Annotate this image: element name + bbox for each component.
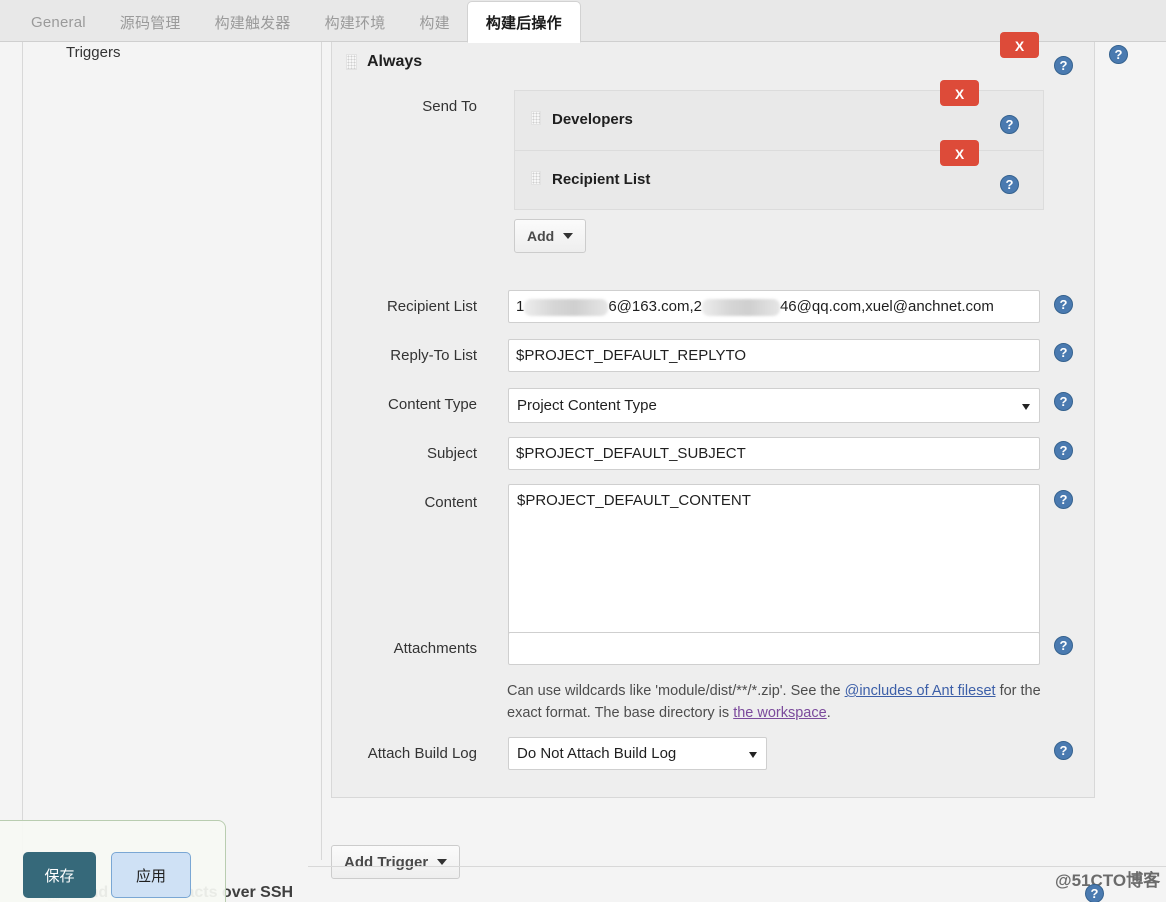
help-icon-content[interactable] bbox=[1054, 490, 1073, 509]
send-to-row-recipient-list: Recipient List X bbox=[514, 140, 1044, 210]
reply-to-list-input[interactable]: $PROJECT_DEFAULT_REPLYTO bbox=[508, 339, 1040, 372]
remove-developers-button[interactable]: X bbox=[940, 80, 979, 106]
send-to-row-label: Recipient List bbox=[552, 171, 651, 188]
drag-handle-icon[interactable] bbox=[531, 171, 541, 185]
config-content: Triggers Always X Send To Developers X bbox=[0, 32, 1166, 902]
tab-build[interactable]: 构建 bbox=[402, 2, 466, 42]
trigger-title: Always bbox=[367, 53, 423, 70]
send-to-list: Developers X Recipient List X Add bbox=[514, 80, 1044, 253]
help-icon-bottom[interactable] bbox=[1085, 884, 1104, 902]
help-icon-trigger[interactable] bbox=[1054, 56, 1073, 75]
chevron-down-icon bbox=[1022, 403, 1030, 410]
help-icon-recipient-list-field[interactable] bbox=[1054, 295, 1073, 314]
drag-handle-icon[interactable] bbox=[346, 54, 357, 70]
drag-handle-icon[interactable] bbox=[531, 111, 541, 125]
tab-build-environment[interactable]: 构建环境 bbox=[308, 2, 403, 42]
left-rail: Triggers bbox=[22, 42, 322, 860]
label-subject: Subject bbox=[426, 445, 477, 462]
apply-button[interactable]: 应用 bbox=[111, 852, 191, 898]
attachments-input[interactable] bbox=[508, 632, 1040, 665]
attachments-help-text: Can use wildcards like 'module/dist/**/*… bbox=[507, 680, 1052, 724]
tab-post-build-actions[interactable]: 构建后操作 bbox=[466, 1, 581, 43]
subject-input[interactable]: $PROJECT_DEFAULT_SUBJECT bbox=[508, 437, 1040, 470]
workspace-link[interactable]: the workspace bbox=[733, 705, 827, 721]
config-tabbar: General 源码管理 构建触发器 构建环境 构建 构建后操作 bbox=[0, 0, 1166, 43]
recipient-list-part-3: 46@qq.com,xuel@anchnet.com bbox=[779, 298, 994, 315]
help-icon-developers[interactable] bbox=[1000, 115, 1019, 134]
section-divider bbox=[308, 866, 1166, 867]
tab-build-triggers[interactable]: 构建触发器 bbox=[198, 2, 308, 42]
attach-build-log-value: Do Not Attach Build Log bbox=[517, 745, 677, 762]
trigger-block-always: Always X Send To Developers X Recipient … bbox=[331, 32, 1095, 798]
remove-trigger-button[interactable]: X bbox=[1000, 32, 1039, 58]
label-reply-to-list: Reply-To List bbox=[390, 347, 477, 364]
chevron-down-icon bbox=[749, 751, 757, 758]
recipient-list-input[interactable]: 1 6@163.com,2 46@qq.com,xuel@anchnet.com bbox=[508, 290, 1040, 323]
send-to-row-label: Developers bbox=[552, 111, 633, 128]
chevron-down-icon bbox=[437, 859, 448, 865]
tab-source-code-management[interactable]: 源码管理 bbox=[103, 2, 198, 42]
watermark: @51CTO博客 bbox=[1055, 866, 1161, 897]
chevron-down-icon bbox=[563, 233, 574, 239]
help-icon-recipient-list[interactable] bbox=[1000, 175, 1019, 194]
watermark-text: @51CTO博客 bbox=[1055, 871, 1161, 890]
help-icon-attach-build-log[interactable] bbox=[1054, 741, 1073, 760]
recipient-list-part-1: 1 bbox=[516, 298, 525, 315]
add-trigger-button[interactable]: Add Trigger bbox=[331, 845, 461, 879]
label-content: Content bbox=[424, 494, 477, 511]
help-icon-editable-email-notification[interactable] bbox=[1109, 45, 1128, 64]
add-trigger-label: Add Trigger bbox=[344, 853, 429, 871]
label-attach-build-log: Attach Build Log bbox=[367, 745, 477, 762]
save-apply-panel: 保存 应用 bbox=[0, 820, 226, 902]
tab-general[interactable]: General bbox=[14, 2, 103, 42]
add-button-label: Add bbox=[527, 228, 555, 244]
trigger-header: Always bbox=[346, 53, 422, 71]
redaction-block bbox=[524, 298, 609, 316]
help-icon-subject[interactable] bbox=[1054, 441, 1073, 460]
label-content-type: Content Type bbox=[388, 396, 477, 413]
help-text-part-1: Can use wildcards like 'module/dist/**/*… bbox=[507, 683, 845, 699]
ant-fileset-link[interactable]: @includes of Ant fileset bbox=[845, 683, 996, 699]
content-type-select[interactable]: Project Content Type bbox=[508, 388, 1040, 423]
save-button[interactable]: 保存 bbox=[23, 852, 96, 898]
content-textarea-value: $PROJECT_DEFAULT_CONTENT bbox=[517, 492, 751, 509]
label-send-to: Send To bbox=[422, 98, 477, 115]
attach-build-log-select[interactable]: Do Not Attach Build Log bbox=[508, 737, 767, 770]
help-icon-content-type[interactable] bbox=[1054, 392, 1073, 411]
recipient-list-part-2: 6@163.com,2 bbox=[608, 298, 702, 315]
content-type-value: Project Content Type bbox=[517, 397, 657, 414]
content-textarea[interactable]: $PROJECT_DEFAULT_CONTENT bbox=[508, 484, 1040, 652]
help-icon-reply-to[interactable] bbox=[1054, 343, 1073, 362]
remove-recipient-list-button[interactable]: X bbox=[940, 140, 979, 166]
redaction-block bbox=[701, 298, 780, 316]
label-recipient-list: Recipient List bbox=[386, 298, 477, 315]
label-attachments: Attachments bbox=[393, 640, 477, 657]
help-icon-attachments[interactable] bbox=[1054, 636, 1073, 655]
help-text-part-3: . bbox=[826, 705, 831, 721]
add-recipient-button[interactable]: Add bbox=[514, 219, 587, 253]
page-root: General 源码管理 构建触发器 构建环境 构建 构建后操作 Trigger… bbox=[0, 0, 1166, 902]
left-rail-label-triggers: Triggers bbox=[66, 44, 121, 61]
